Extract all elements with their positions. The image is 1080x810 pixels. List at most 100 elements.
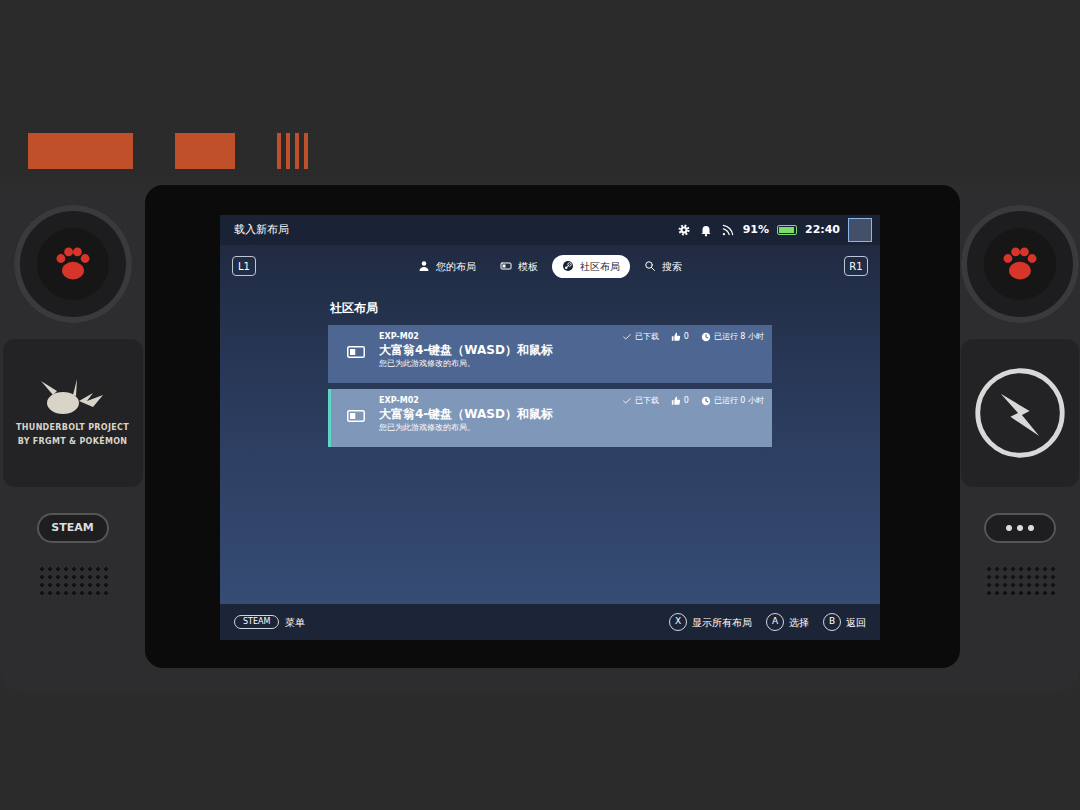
tab-bar: L1 您的布局 模板 社区布局 搜索 R1: [220, 245, 880, 287]
action-hint[interactable]: B 返回: [823, 613, 866, 631]
dots-icon: [1006, 525, 1034, 531]
joystick-cap[interactable]: [984, 228, 1056, 300]
layout-title: 大富翁4-键盘（WASD）和鼠标: [379, 407, 622, 422]
tab[interactable]: 模板: [490, 255, 548, 278]
thumbs-up-icon: [671, 396, 681, 406]
layout-meta: 已下载 0 已运行 0 小时: [622, 395, 764, 407]
layout-row[interactable]: EXP-M02大富翁4-键盘（WASD）和鼠标您已为此游戏修改的布局。已下载0已…: [328, 389, 772, 447]
screen-title: 载入新布局: [234, 222, 289, 239]
button-key: B: [823, 613, 841, 631]
sticker-text: THUNDERBOLT PROJECT: [16, 423, 129, 433]
person-icon: [418, 260, 430, 272]
action-label: 返回: [846, 615, 866, 630]
layout-meta: 已下载 0 已运行 8 小时: [622, 331, 764, 343]
check-icon: [622, 332, 632, 342]
left-bumper-hint[interactable]: L1: [232, 256, 256, 276]
battery-fill: [779, 227, 794, 233]
action-label: 显示所有布局: [692, 615, 752, 630]
thumbs-up-icon: [671, 332, 681, 342]
steam-button[interactable]: STEAM: [37, 513, 109, 543]
bell-icon: [699, 223, 713, 237]
pikachu-sticker-icon: [33, 379, 113, 419]
sticker-text: BY FRGMT & POKÉMON: [18, 437, 128, 447]
mat-pattern: [28, 133, 133, 169]
layout-info: EXP-M02大富翁4-键盘（WASD）和鼠标您已为此游戏修改的布局。: [379, 331, 622, 370]
status-area: 91% 22:40: [677, 218, 872, 242]
layout-row[interactable]: EXP-M02大富翁4-键盘（WASD）和鼠标您已为此游戏修改的布局。已下载0已…: [328, 325, 772, 383]
steam-deck: THUNDERBOLT PROJECT BY FRGMT & POKÉMON STE…: [0, 183, 1080, 693]
clock-icon: [701, 332, 711, 342]
tab[interactable]: 您的布局: [408, 255, 486, 278]
runtime-label: 已运行 8 小时: [714, 331, 764, 343]
desk-mat: [0, 0, 1080, 183]
downloaded-status: 已下载: [622, 331, 659, 343]
tab[interactable]: 社区布局: [552, 255, 630, 278]
battery-percent: 91%: [743, 222, 769, 239]
downloaded-label: 已下载: [635, 395, 659, 407]
action-hint[interactable]: X 显示所有布局: [669, 613, 752, 631]
left-joystick[interactable]: [14, 205, 132, 323]
controller-icon: [347, 345, 365, 359]
action-label: 选择: [789, 615, 809, 630]
button-key: A: [766, 613, 784, 631]
left-trackpad[interactable]: THUNDERBOLT PROJECT BY FRGMT & POKÉMON: [3, 339, 143, 487]
likes: 0: [671, 395, 689, 407]
right-controls: [960, 183, 1080, 693]
tab[interactable]: 搜索: [634, 255, 692, 278]
action-hints: X 显示所有布局 A 选择 B 返回: [655, 613, 866, 631]
downloaded-status: 已下载: [622, 395, 659, 407]
check-icon: [622, 396, 632, 406]
top-bar: 载入新布局 91% 22:40: [220, 215, 880, 245]
steam-icon: [562, 260, 574, 272]
battery-icon: [777, 225, 797, 235]
paw-grip-icon: [998, 242, 1042, 286]
runtime: 已运行 8 小时: [701, 331, 764, 343]
user-avatar[interactable]: [848, 218, 872, 242]
tab-label: 您的布局: [436, 259, 476, 274]
tab-label: 搜索: [662, 259, 682, 274]
speaker-grille: [38, 565, 108, 595]
controller-icon: [347, 409, 365, 423]
steam-key: STEAM: [234, 615, 279, 629]
template-icon: [500, 260, 512, 272]
quick-access-button[interactable]: [984, 513, 1056, 543]
menu-hint[interactable]: STEAM 菜单: [234, 615, 305, 630]
likes-count: 0: [684, 331, 689, 343]
layout-title: 大富翁4-键盘（WASD）和鼠标: [379, 343, 622, 358]
lightning-logo-icon: [972, 365, 1068, 461]
tabs: 您的布局 模板 社区布局 搜索: [408, 255, 692, 278]
runtime-label: 已运行 0 小时: [714, 395, 764, 407]
layout-note: 您已为此游戏修改的布局。: [379, 358, 622, 370]
screen: 载入新布局91%22:40L1您的布局模板社区布局搜索R1社区布局EXP-M02…: [220, 215, 880, 640]
likes: 0: [671, 331, 689, 343]
speaker-grille: [985, 565, 1055, 595]
tab-label: 社区布局: [580, 259, 620, 274]
tab-label: 模板: [518, 259, 538, 274]
search-icon: [644, 260, 656, 272]
layout-note: 您已为此游戏修改的布局。: [379, 422, 622, 434]
right-joystick[interactable]: [961, 205, 1079, 323]
mat-pattern: [175, 133, 235, 169]
game-name: EXP-M02: [379, 395, 622, 407]
left-controls: THUNDERBOLT PROJECT BY FRGMT & POKÉMON STE…: [0, 183, 145, 693]
layout-list: EXP-M02大富翁4-键盘（WASD）和鼠标您已为此游戏修改的布局。已下载0已…: [328, 325, 772, 447]
layout-info: EXP-M02大富翁4-键盘（WASD）和鼠标您已为此游戏修改的布局。: [379, 395, 622, 434]
clock-time: 22:40: [805, 222, 840, 239]
paw-grip-icon: [51, 242, 95, 286]
runtime: 已运行 0 小时: [701, 395, 764, 407]
menu-label: 菜单: [285, 615, 305, 630]
likes-count: 0: [684, 395, 689, 407]
layout-panel: 社区布局EXP-M02大富翁4-键盘（WASD）和鼠标您已为此游戏修改的布局。已…: [220, 287, 880, 604]
gear-icon: [677, 223, 691, 237]
right-trackpad[interactable]: [961, 339, 1079, 487]
game-name: EXP-M02: [379, 331, 622, 343]
wifi-icon: [721, 223, 735, 237]
button-key: X: [669, 613, 687, 631]
section-title: 社区布局: [330, 299, 880, 317]
clock-icon: [701, 396, 711, 406]
right-bumper-hint[interactable]: R1: [844, 256, 868, 276]
joystick-cap[interactable]: [37, 228, 109, 300]
mat-stripes: [277, 133, 308, 169]
action-hint[interactable]: A 选择: [766, 613, 809, 631]
downloaded-label: 已下载: [635, 331, 659, 343]
